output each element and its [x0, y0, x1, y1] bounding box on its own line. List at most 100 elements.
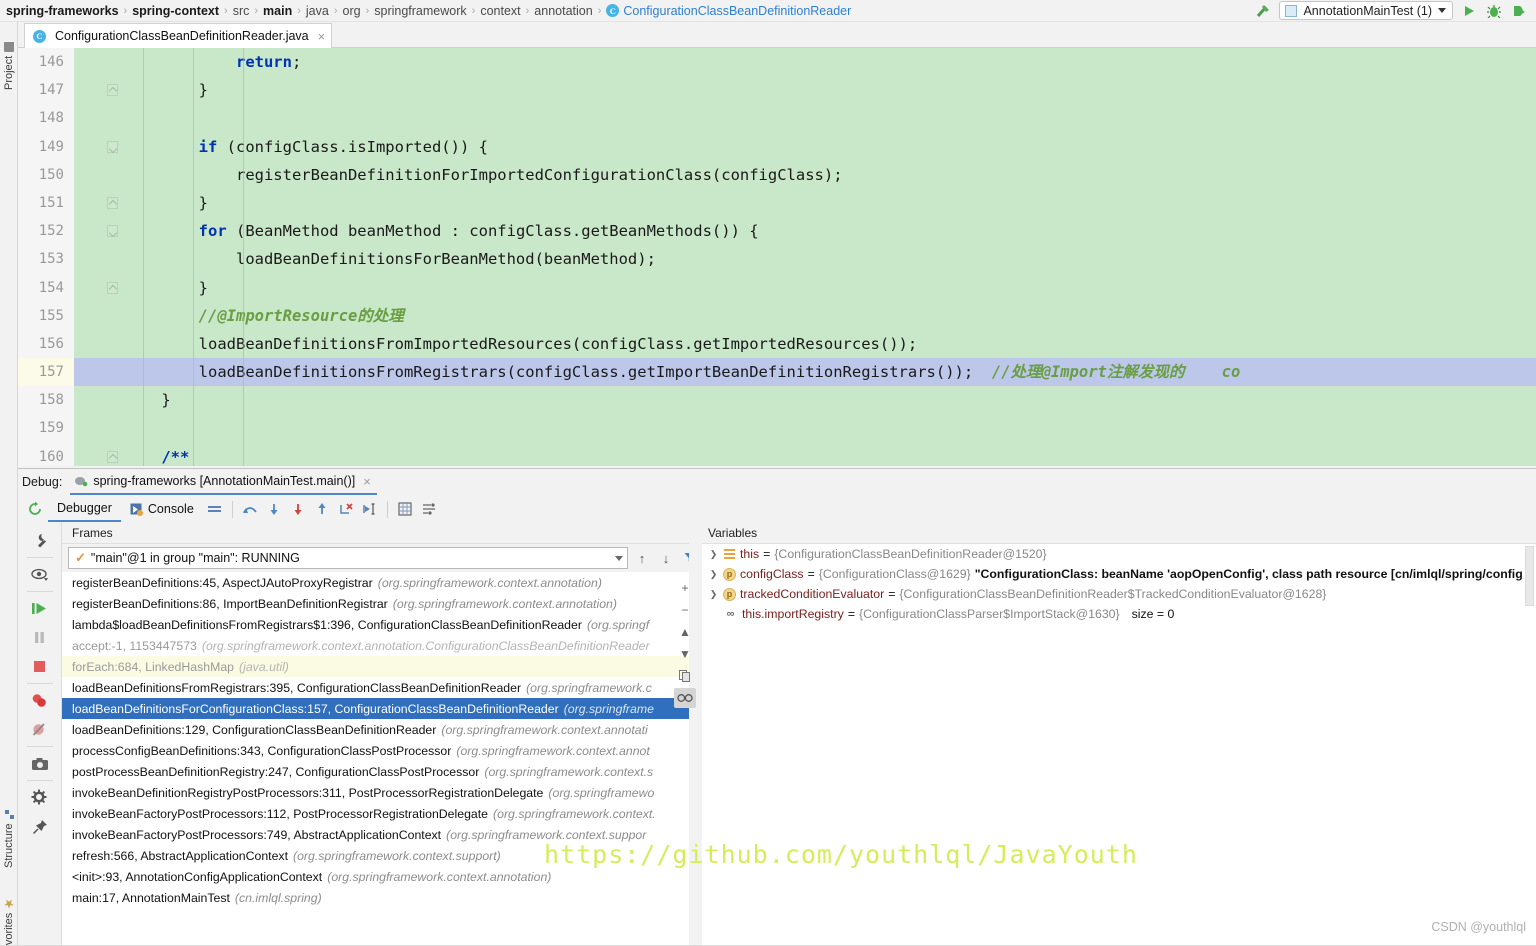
frame-row[interactable]: accept:-1, 1153447573 (org.springframewor… [62, 635, 702, 656]
rerun-icon[interactable] [22, 497, 48, 521]
editor-gutter[interactable] [74, 442, 124, 466]
breadcrumb-item-spring-context[interactable]: spring-context [132, 4, 219, 18]
up-arrow-icon[interactable]: ↑ [632, 548, 652, 568]
show-execution-point-icon[interactable] [238, 498, 262, 520]
settings-gear-icon[interactable] [25, 783, 55, 812]
frame-row[interactable]: forEach:684, LinkedHashMap (java.util) [62, 656, 702, 677]
debug-icon[interactable] [1485, 2, 1503, 20]
code-line[interactable]: 152 for (BeanMethod beanMethod : configC… [18, 217, 1536, 246]
sidebar-item-structure[interactable]: Structure [0, 792, 18, 872]
code-line[interactable]: 157 loadBeanDefinitionsFromRegistrars(co… [18, 358, 1536, 387]
frame-row[interactable]: postProcessBeanDefinitionRegistry:247, C… [62, 761, 702, 782]
thread-dropdown[interactable]: ✓ "main"@1 in group "main": RUNNING [68, 547, 628, 569]
view-breakpoints-icon[interactable] [25, 686, 55, 715]
close-icon[interactable]: × [363, 474, 371, 489]
expand-chevron-icon[interactable]: ❯ [708, 589, 719, 600]
breadcrumb-item-org[interactable]: org [343, 4, 361, 18]
editor-gutter[interactable] [74, 358, 124, 387]
step-into-icon[interactable] [286, 498, 310, 520]
code-fold-icon[interactable] [107, 281, 118, 294]
code-line[interactable]: 156 loadBeanDefinitionsFromImportedResou… [18, 329, 1536, 359]
chevron-down-icon[interactable] [1438, 8, 1446, 13]
close-icon[interactable]: × [318, 29, 326, 44]
mute-breakpoints-icon[interactable] [25, 715, 55, 744]
variable-row[interactable]: ❯ p configClass = {ConfigurationClass@1629… [702, 564, 1536, 584]
screenshot-icon[interactable] [25, 749, 55, 778]
copy-icon[interactable] [674, 666, 696, 686]
run-configuration-selector[interactable]: AnnotationMainTest (1) [1279, 1, 1453, 20]
code-fold-icon[interactable] [107, 84, 118, 97]
breadcrumb-item-configurationclassbeandefinitionreader[interactable]: ConfigurationClassBeanDefinitionReader [623, 4, 851, 18]
editor-gutter[interactable] [74, 132, 124, 161]
add-watch-icon[interactable]: + [674, 578, 696, 598]
code-line[interactable]: 155 //@ImportResource的处理 [18, 301, 1536, 330]
code-line[interactable]: 159 [18, 414, 1536, 443]
frame-row[interactable]: loadBeanDefinitionsFromRegistrars:395, C… [62, 677, 702, 698]
hammer-icon[interactable] [1254, 2, 1272, 20]
editor-tab-configurationclassbeandefinitionreader[interactable]: C ConfigurationClassBeanDefinitionReader… [24, 23, 333, 48]
frame-row[interactable]: invokeBeanDefinitionRegistryPostProcesso… [62, 782, 702, 803]
code-line[interactable]: 147 } [18, 76, 1536, 105]
variable-row[interactable]: ❯ p trackedConditionEvaluator = {Configura… [702, 584, 1536, 604]
move-down-icon[interactable]: ▼ [674, 644, 696, 664]
frame-row[interactable]: registerBeanDefinitions:86, ImportBeanDe… [62, 593, 702, 614]
sidebar-item-project[interactable]: Project [0, 24, 18, 94]
chevron-down-icon[interactable] [615, 555, 623, 561]
frame-row[interactable]: refresh:566, AbstractApplicationContext (… [62, 845, 702, 866]
variables-list[interactable]: ❯ this = {ConfigurationClassBeanDefinitio… [702, 544, 1536, 624]
remove-watch-icon[interactable]: − [674, 600, 696, 620]
breadcrumb-item-context[interactable]: context [480, 4, 520, 18]
breadcrumb-item-spring-frameworks[interactable]: spring-frameworks [6, 4, 119, 18]
breadcrumb-item-main[interactable]: main [263, 4, 292, 18]
code-fold-icon[interactable] [107, 140, 118, 153]
tab-console[interactable]: Console [121, 497, 203, 522]
evaluate-expression-icon[interactable] [393, 498, 417, 520]
pause-program-icon[interactable] [25, 623, 55, 652]
drop-frame-icon[interactable] [334, 498, 358, 520]
layout-settings-icon[interactable] [203, 498, 227, 520]
editor-gutter[interactable] [74, 48, 124, 77]
tab-debugger[interactable]: Debugger [48, 497, 121, 522]
code-line[interactable]: 146 return; [18, 48, 1536, 77]
code-line[interactable]: 160 /** [18, 442, 1536, 466]
run-icon[interactable] [1460, 2, 1478, 20]
run-with-coverage-icon[interactable] [1510, 2, 1528, 20]
variable-row[interactable]: ❯ this = {ConfigurationClassBeanDefinitio… [702, 544, 1536, 564]
code-editor[interactable]: 146 return; 147 } 148 149 if (configClass.i… [18, 48, 1536, 466]
editor-gutter[interactable] [74, 301, 124, 330]
breadcrumb-item-annotation[interactable]: annotation [534, 4, 592, 18]
editor-gutter[interactable] [74, 386, 124, 415]
run-to-cursor-icon[interactable] [358, 498, 382, 520]
code-line[interactable]: 150 registerBeanDefinitionForImportedCon… [18, 160, 1536, 189]
debug-session-tab[interactable]: spring-frameworks [AnnotationMainTest.ma… [70, 470, 377, 495]
editor-gutter[interactable] [74, 160, 124, 189]
breadcrumb-item-src[interactable]: src [233, 4, 250, 18]
frame-row[interactable]: registerBeanDefinitions:45, AspectJAutoP… [62, 572, 702, 593]
frame-row[interactable]: processConfigBeanDefinitions:343, Config… [62, 740, 702, 761]
editor-gutter[interactable] [74, 104, 124, 133]
step-over-icon[interactable] [262, 498, 286, 520]
editor-gutter[interactable] [74, 273, 124, 302]
settings-icon[interactable] [417, 498, 441, 520]
expand-chevron-icon[interactable]: ❯ [708, 569, 719, 580]
watches-icon[interactable] [674, 688, 696, 708]
breadcrumb-item-java[interactable]: java [306, 4, 329, 18]
code-line[interactable]: 149 if (configClass.isImported()) { [18, 132, 1536, 161]
down-arrow-icon[interactable]: ↓ [656, 548, 676, 568]
expand-chevron-icon[interactable]: ❯ [708, 549, 719, 560]
frame-row[interactable]: loadBeanDefinitions:129, ConfigurationCl… [62, 719, 702, 740]
frame-row[interactable]: lambda$loadBeanDefinitionsFromRegistrars… [62, 614, 702, 635]
sidebar-item-favorites[interactable]: Favorites [0, 882, 18, 946]
code-fold-icon[interactable] [107, 450, 118, 463]
code-line[interactable]: 148 [18, 104, 1536, 133]
code-line[interactable]: 154 } [18, 273, 1536, 302]
variable-row[interactable]: ∞ this.importRegistry = {ConfigurationCla… [702, 604, 1536, 624]
breadcrumb-item-springframework[interactable]: springframework [374, 4, 466, 18]
frame-row[interactable]: loadBeanDefinitionsForConfigurationClass… [62, 698, 702, 719]
editor-gutter[interactable] [74, 217, 124, 246]
editor-gutter[interactable] [74, 76, 124, 105]
watch-eye-icon[interactable] [25, 560, 55, 589]
frame-row[interactable]: main:17, AnnotationMainTest (cn.imlql.spr… [62, 887, 702, 908]
stop-icon[interactable] [25, 652, 55, 681]
frames-list[interactable]: registerBeanDefinitions:45, AspectJAutoP… [62, 572, 702, 925]
